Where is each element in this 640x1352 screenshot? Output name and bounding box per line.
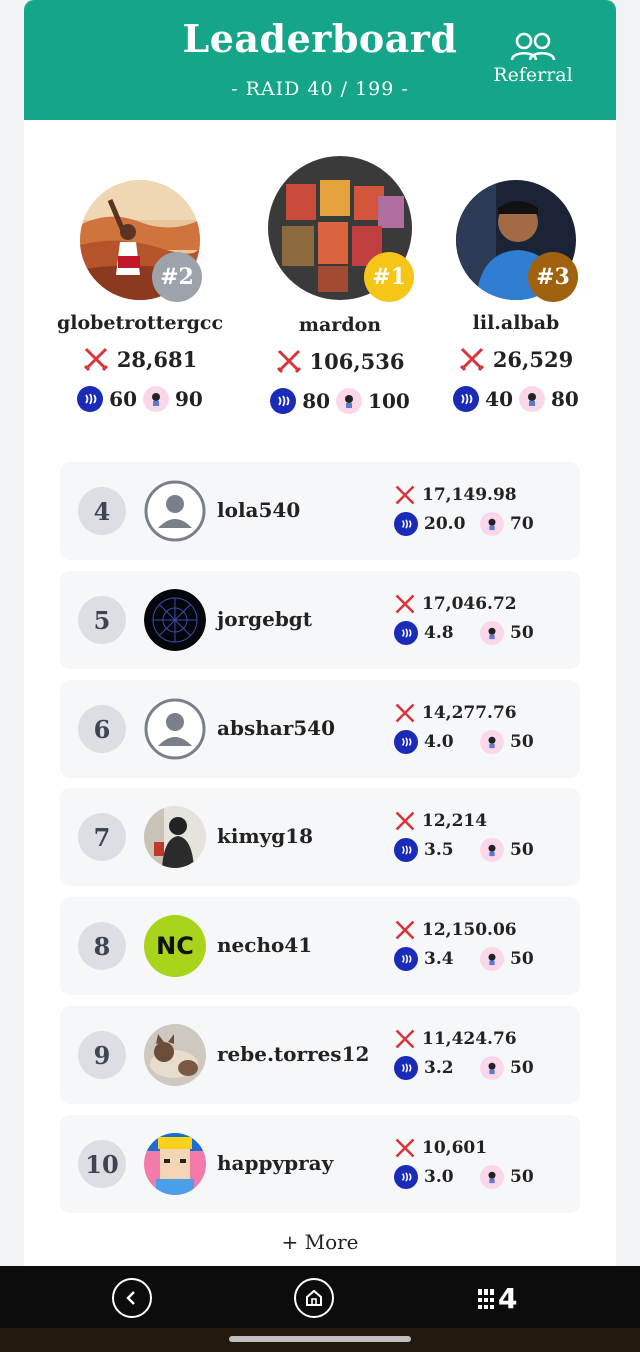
crossed-swords-icon (395, 1029, 415, 1049)
rank-badge: #2 (152, 252, 202, 302)
rewards: 80 100 (250, 388, 430, 414)
row-stats: 10,601 3.0 50 (394, 1137, 544, 1189)
fort-icon (476, 1289, 496, 1309)
rank-number: 9 (78, 1031, 126, 1079)
leaderboard-row[interactable]: 6 abshar540 14,277.76 4.0 50 (60, 680, 580, 778)
row-stats: 12,214 3.5 50 (394, 810, 544, 862)
username: mardon (298, 314, 382, 336)
username: necho41 (217, 933, 313, 957)
leaderboard-row[interactable]: 5 jorgebgt 17,046.72 4.8 50 (60, 571, 580, 669)
rewards: 60 90 (50, 386, 230, 412)
podium-second[interactable]: #2 globetrottergcc 28,681 60 90 (50, 180, 230, 412)
podium-first[interactable]: #1 mardon 106,536 80 100 (250, 156, 430, 414)
steem-coin-icon (394, 838, 418, 862)
username: rebe.torres12 (217, 1042, 370, 1066)
bottom-nav: 4 (0, 1266, 640, 1352)
score: 106,536 (250, 348, 430, 374)
score: 28,681 (50, 346, 230, 372)
avatar-initials: NC (156, 932, 194, 960)
steem-coin-icon (394, 512, 418, 536)
row-stats: 14,277.76 4.0 50 (394, 702, 544, 754)
crossed-swords-icon (395, 920, 415, 940)
steem-coin-icon (270, 388, 297, 414)
mascot-icon (480, 947, 504, 971)
home-icon (306, 1289, 322, 1306)
avatar (144, 480, 206, 542)
mascot-icon (143, 386, 169, 412)
avatar (144, 1024, 206, 1086)
crossed-swords-icon (395, 811, 415, 831)
mascot-icon (480, 838, 504, 862)
rank-badge: #3 (528, 252, 578, 302)
leaderboard-header: Leaderboard - RAID 40 / 199 - Referral (24, 0, 616, 120)
mascot-icon (480, 730, 504, 754)
avatar (144, 806, 206, 868)
referral-label: Referral (493, 64, 573, 86)
home-indicator (229, 1336, 411, 1342)
crossed-swords-icon (395, 485, 415, 505)
more-button[interactable]: + More (24, 1230, 616, 1254)
referral-button[interactable]: Referral (490, 32, 576, 86)
avatar: #2 (80, 180, 202, 302)
username: abshar540 (217, 716, 335, 740)
fort-menu-button[interactable]: 4 (476, 1282, 517, 1315)
rank-number: 7 (78, 813, 126, 861)
username: lola540 (217, 498, 301, 522)
rank-number: 5 (78, 596, 126, 644)
crossed-swords-icon (395, 703, 415, 723)
crossed-swords-icon (459, 347, 484, 372)
steem-coin-icon (394, 947, 418, 971)
row-stats: 12,150.06 3.4 50 (394, 919, 544, 971)
avatar (144, 1133, 206, 1195)
crossed-swords-icon (276, 349, 301, 374)
rank-number: 4 (78, 487, 126, 535)
leaderboard-row[interactable]: 10 happypray 10,601 3.0 50 (60, 1115, 580, 1213)
chevron-left-icon (126, 1291, 135, 1305)
home-button[interactable] (294, 1278, 334, 1318)
row-stats: 17,046.72 4.8 50 (394, 593, 544, 645)
steem-coin-icon (394, 1165, 418, 1189)
rank-number: 6 (78, 705, 126, 753)
username: globetrottergcc (56, 312, 224, 334)
rank-number: 10 (78, 1140, 126, 1188)
leaderboard-row[interactable]: 4 lola540 17,149.98 20.0 70 (60, 462, 580, 560)
users-icon (510, 32, 556, 61)
leaderboard-row[interactable]: 8 NC necho41 12,150.06 3.4 50 (60, 897, 580, 995)
leaderboard-row[interactable]: 7 kimyg18 12,214 3.5 50 (60, 788, 580, 886)
crossed-swords-icon (83, 347, 108, 372)
row-stats: 17,149.98 20.0 70 (394, 484, 544, 536)
row-stats: 11,424.76 3.2 50 (394, 1028, 544, 1080)
avatar (144, 698, 206, 760)
leaderboard-row[interactable]: 9 rebe.torres12 11,424.76 3.2 50 (60, 1006, 580, 1104)
rank-number: 8 (78, 922, 126, 970)
back-button[interactable] (112, 1278, 152, 1318)
rewards: 40 80 (436, 386, 596, 412)
username: jorgebgt (217, 607, 313, 631)
crossed-swords-icon (395, 594, 415, 614)
steem-coin-icon (394, 730, 418, 754)
rank-badge: #1 (364, 252, 414, 302)
crossed-swords-icon (395, 1138, 415, 1158)
mascot-icon (480, 1165, 504, 1189)
avatar (144, 589, 206, 651)
avatar: #1 (268, 156, 414, 302)
mascot-icon (480, 621, 504, 645)
score: 26,529 (436, 346, 596, 372)
username: kimyg18 (217, 824, 314, 848)
avatar: #3 (456, 180, 578, 302)
steem-coin-icon (394, 621, 418, 645)
username: happypray (217, 1151, 334, 1175)
username: lil.albab (472, 312, 560, 334)
steem-coin-icon (77, 386, 104, 412)
avatar: NC (144, 915, 206, 977)
steem-coin-icon (394, 1056, 418, 1080)
leaderboard-card: Leaderboard - RAID 40 / 199 - Referral #… (24, 0, 616, 1266)
mascot-icon (480, 1056, 504, 1080)
steem-coin-icon (453, 386, 480, 412)
mascot-icon (519, 386, 545, 412)
podium-third[interactable]: #3 lil.albab 26,529 40 80 (436, 180, 596, 412)
mascot-icon (480, 512, 504, 536)
mascot-icon (336, 388, 363, 414)
